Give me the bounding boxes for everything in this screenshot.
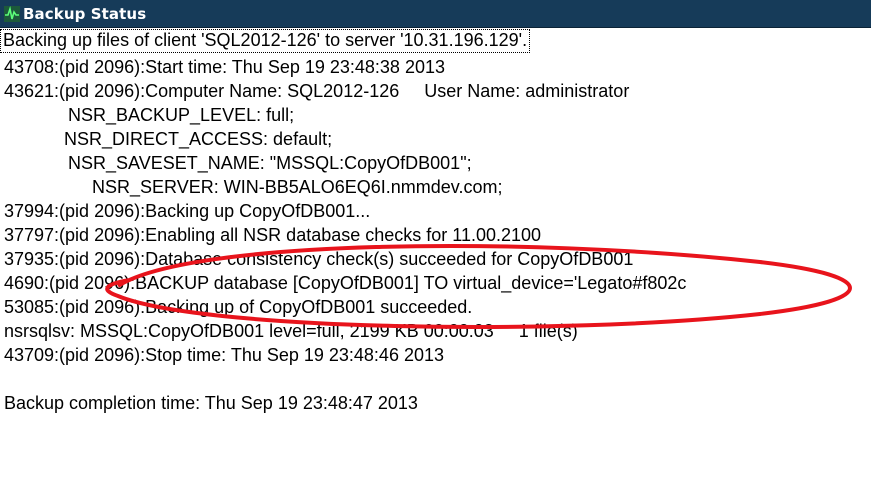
backup-log: Backing up files of client 'SQL2012-126'… <box>0 29 871 483</box>
log-line: 37994:(pid 2096):Backing up CopyOfDB001.… <box>4 201 371 221</box>
log-line: NSR_SERVER: WIN-BB5ALO6EQ6I.nmmdev.com; <box>92 177 503 197</box>
log-line: 43621:(pid 2096):Computer Name: SQL2012-… <box>4 81 630 101</box>
log-line: 37935:(pid 2096):Database consistency ch… <box>4 249 634 269</box>
log-line: Backup completion time: Thu Sep 19 23:48… <box>4 393 418 413</box>
log-line: 37797:(pid 2096):Enabling all NSR databa… <box>4 225 542 245</box>
log-line: NSR_SAVESET_NAME: "MSSQL:CopyOfDB001"; <box>68 153 472 173</box>
log-line: 43709:(pid 2096):Stop time: Thu Sep 19 2… <box>4 345 444 365</box>
log-line: 53085:(pid 2096):Backing up of CopyOfDB0… <box>4 297 473 317</box>
log-line: 4690:(pid 2096):BACKUP database [CopyOfD… <box>4 273 687 293</box>
log-line: NSR_BACKUP_LEVEL: full; <box>68 105 295 125</box>
window-title: Backup Status <box>23 4 147 23</box>
log-line: nsrsqlsv: MSSQL:CopyOfDB001 level=full, … <box>4 321 578 341</box>
log-line: NSR_DIRECT_ACCESS: default; <box>64 129 333 149</box>
pulse-icon <box>4 5 20 22</box>
log-line: Backing up files of client 'SQL2012-126'… <box>0 29 531 53</box>
window-titlebar: Backup Status <box>0 0 871 28</box>
log-line: 43708:(pid 2096):Start time: Thu Sep 19 … <box>4 57 445 77</box>
